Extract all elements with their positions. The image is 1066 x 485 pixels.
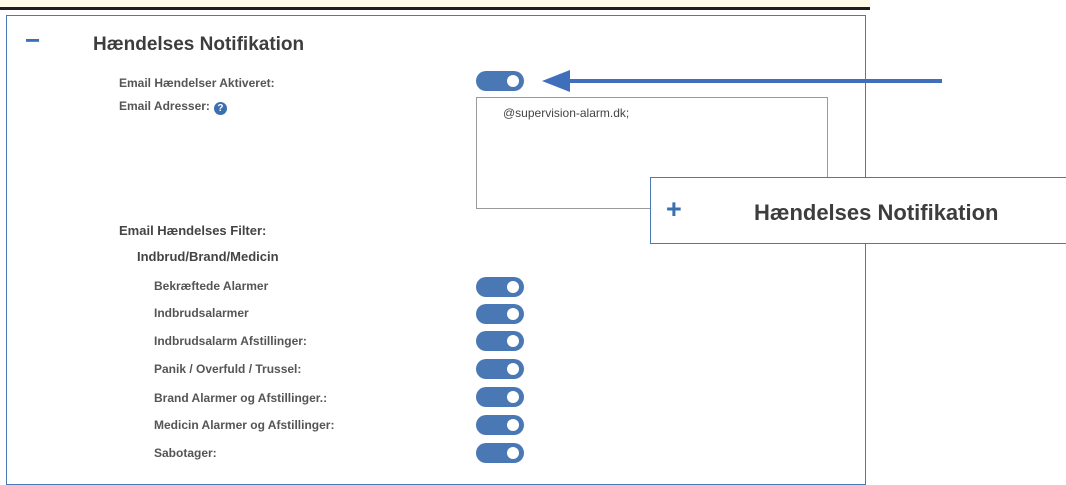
filter-toggle-sabotage[interactable] xyxy=(476,443,524,463)
filter-item-label: Indbrudsalarmer xyxy=(154,306,249,320)
toggle-knob xyxy=(507,308,519,320)
filter-item-label: Indbrudsalarm Afstillinger: xyxy=(154,334,307,348)
filter-toggle-fire[interactable] xyxy=(476,387,524,407)
callout-title[interactable]: Hændelses Notifikation xyxy=(754,200,998,226)
filter-item-label: Medicin Alarmer og Afstillinger: xyxy=(154,418,335,432)
email-enabled-toggle[interactable] xyxy=(476,71,524,91)
help-icon[interactable]: ? xyxy=(213,102,227,115)
email-enabled-label: Email Hændelser Aktiveret: xyxy=(119,76,275,90)
email-addresses-value: @supervision-alarm.dk; xyxy=(503,106,630,120)
filter-toggle-confirmed-alarms[interactable] xyxy=(476,277,524,297)
toggle-knob xyxy=(507,335,519,347)
collapse-icon[interactable]: − xyxy=(25,27,40,53)
toggle-knob xyxy=(507,281,519,293)
email-addresses-label-text: Email Adresser: xyxy=(119,99,210,113)
filter-item-label: Sabotager: xyxy=(154,446,217,460)
filter-item-label: Brand Alarmer og Afstillinger.: xyxy=(154,391,328,405)
email-filter-label: Email Hændelses Filter: xyxy=(119,223,267,238)
filter-toggle-burglary-alarms[interactable] xyxy=(476,304,524,324)
toggle-knob xyxy=(507,391,519,403)
toggle-knob xyxy=(507,75,519,87)
zoomed-section-callout: + Hændelses Notifikation xyxy=(650,177,1066,244)
toggle-knob xyxy=(507,447,519,459)
email-addresses-label: Email Adresser:? xyxy=(119,99,227,115)
section-title[interactable]: Hændelses Notifikation xyxy=(93,34,304,56)
expand-icon[interactable]: + xyxy=(666,196,682,223)
filter-item-label: Bekræftede Alarmer xyxy=(154,279,269,293)
toggle-knob xyxy=(507,419,519,431)
top-bar xyxy=(0,0,870,10)
filter-item-label: Panik / Overfuld / Trussel: xyxy=(154,362,302,376)
filter-toggle-panic[interactable] xyxy=(476,359,524,379)
toggle-knob xyxy=(507,363,519,375)
filter-toggle-burglary-reset[interactable] xyxy=(476,331,524,351)
filter-toggle-medical[interactable] xyxy=(476,415,524,435)
filter-group-label: Indbrud/Brand/Medicin xyxy=(137,249,279,264)
pointer-arrow xyxy=(542,70,942,92)
